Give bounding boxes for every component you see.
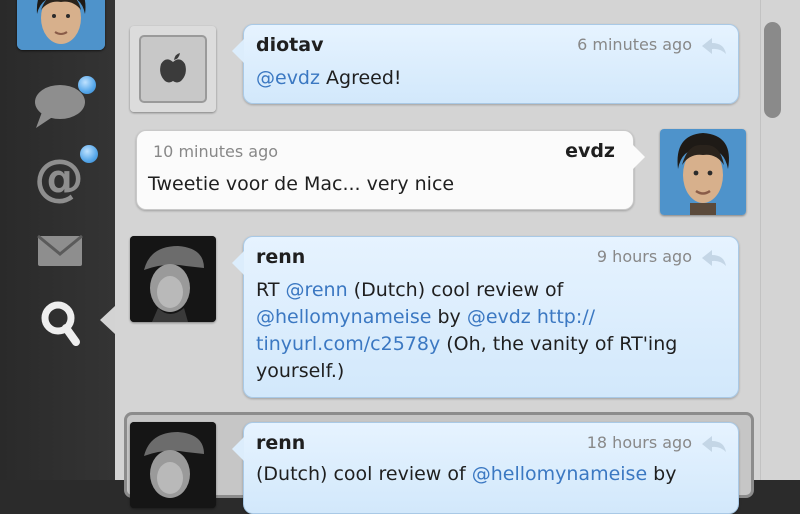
selection-indicator (100, 306, 115, 334)
avatar-renn[interactable] (130, 422, 216, 508)
tweet-username[interactable]: renn (256, 432, 305, 454)
envelope-icon (37, 234, 83, 266)
avatar-diotav[interactable] (130, 26, 216, 112)
current-user-avatar[interactable] (17, 0, 105, 50)
avatar-evdz[interactable] (660, 129, 746, 215)
mention-link[interactable]: @evdz (256, 67, 320, 89)
tweet-time: 9 hours ago (596, 247, 692, 266)
search-button[interactable] (28, 296, 92, 352)
tweets-button[interactable] (28, 76, 96, 134)
mention-link[interactable]: @hellomynameise (472, 463, 647, 485)
apple-logo-icon (160, 59, 186, 83)
tweet-username[interactable]: evdz (565, 140, 615, 162)
sidebar: @ (0, 0, 115, 480)
magnifier-icon (41, 301, 80, 346)
tweet-text: RT @renn (Dutch) cool review of @hellomy… (256, 279, 678, 382)
svg-text:@: @ (34, 149, 84, 204)
reply-icon[interactable] (700, 35, 728, 57)
unread-dot (80, 145, 98, 163)
tweet-text: (Dutch) cool review of @hellomynameise b… (256, 463, 677, 485)
unread-dot (78, 76, 96, 94)
mention-link[interactable]: @renn (285, 279, 347, 301)
url-link[interactable]: http:// (537, 306, 595, 328)
tweet-bubble: renn 9 hours ago RT @renn (Dutch) cool r… (232, 236, 739, 398)
tweet-time: 10 minutes ago (153, 142, 279, 161)
tweet-text: @evdz Agreed! (256, 67, 402, 89)
avatar-renn[interactable] (130, 236, 216, 322)
mention-link[interactable]: @hellomynameise (256, 306, 431, 328)
tweet-text: Tweetie voor de Mac... very nice (148, 173, 455, 195)
tweet-bubble: diotav 6 minutes ago @evdz Agreed! (232, 24, 739, 104)
reply-icon[interactable] (700, 433, 728, 455)
messages-button[interactable] (28, 226, 92, 282)
scrollbar-thumb[interactable] (764, 22, 781, 118)
tweet-time: 6 minutes ago (577, 35, 692, 54)
tweet-username[interactable]: renn (256, 246, 305, 268)
mentions-button[interactable]: @ (28, 145, 98, 207)
reply-icon[interactable] (700, 247, 728, 269)
mention-link[interactable]: @evdz (467, 306, 531, 328)
tweet-time: 18 hours ago (586, 433, 692, 452)
url-link[interactable]: tinyurl.com/c2578y (256, 333, 440, 355)
tweet-username[interactable]: diotav (256, 34, 323, 56)
tweet-bubble: renn 18 hours ago (Dutch) cool review of… (232, 422, 739, 514)
tweet-bubble: 10 minutes ago evdz Tweetie voor de Mac.… (136, 130, 645, 210)
